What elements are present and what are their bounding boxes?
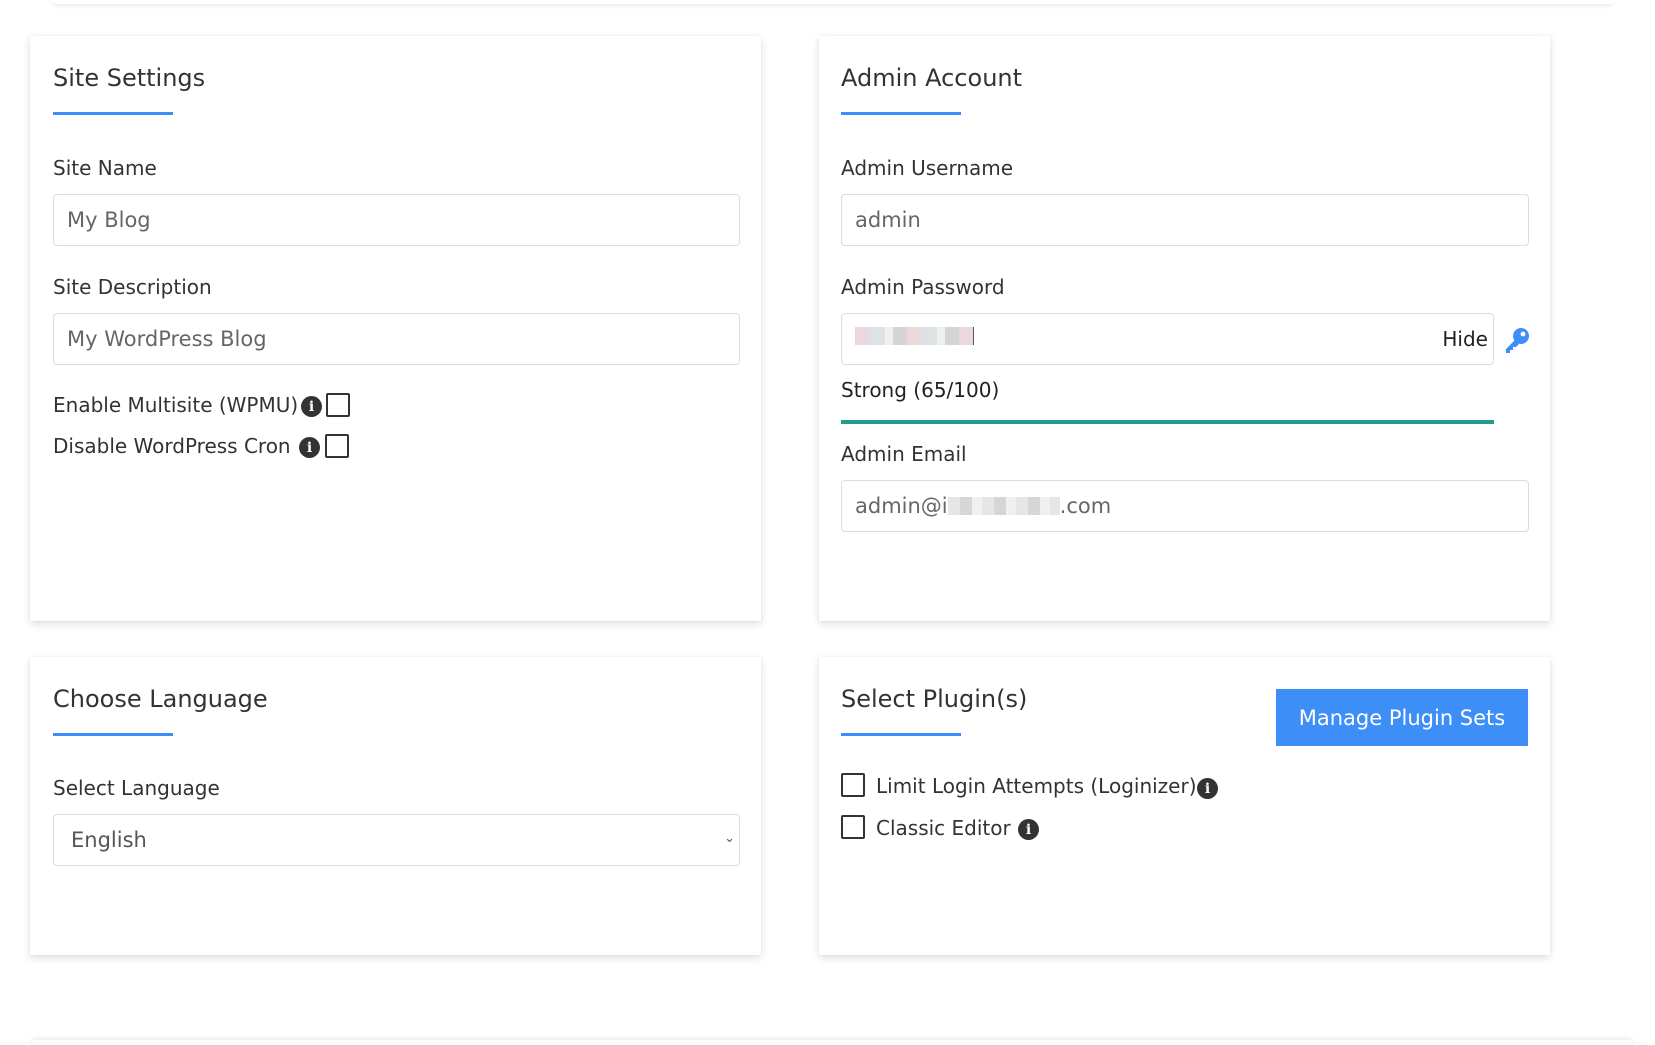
site-name-value: My Blog (67, 208, 151, 232)
chevron-down-icon: ⌄ (724, 831, 735, 846)
title-underline (841, 733, 961, 736)
site-settings-card: Site Settings Site Name My Blog Site Des… (30, 36, 761, 621)
site-description-label: Site Description (53, 275, 212, 299)
bottom-card-edge (32, 1040, 1632, 1045)
info-icon[interactable]: i (1197, 778, 1218, 799)
password-strength-bar (841, 420, 1494, 424)
admin-email-prefix: admin@i (855, 494, 948, 518)
info-icon[interactable]: i (1018, 819, 1039, 840)
enable-multisite-label: Enable Multisite (WPMU) (53, 393, 299, 417)
admin-username-label: Admin Username (841, 156, 1014, 180)
choose-language-card: Choose Language Select Language English … (30, 657, 761, 955)
select-language-label: Select Language (53, 776, 220, 800)
enable-multisite-checkbox[interactable] (326, 393, 350, 417)
admin-email-suffix: .com (1059, 494, 1112, 518)
plugin-label-classic-editor: Classic Editor (876, 816, 1011, 840)
disable-cron-label: Disable WordPress Cron (53, 434, 291, 458)
password-strength-text: Strong (65/100) (841, 378, 1000, 402)
language-select[interactable]: English ⌄ (53, 814, 740, 866)
site-description-input[interactable]: My WordPress Blog (53, 313, 740, 365)
email-redacted (947, 497, 1060, 515)
site-settings-title: Site Settings (53, 64, 206, 92)
manage-plugin-sets-button[interactable]: Manage Plugin Sets (1276, 689, 1528, 746)
select-plugins-card: Select Plugin(s) Manage Plugin Sets Limi… (819, 657, 1550, 955)
admin-account-card: Admin Account Admin Username admin Admin… (819, 36, 1550, 621)
key-icon[interactable] (1502, 325, 1532, 355)
plugin-checkbox-loginizer[interactable] (841, 773, 865, 797)
site-name-label: Site Name (53, 156, 157, 180)
choose-language-title: Choose Language (53, 685, 268, 713)
title-underline (53, 733, 173, 736)
title-underline (841, 112, 961, 115)
password-value-redacted (855, 327, 973, 345)
top-card-edge (53, 0, 1613, 4)
info-icon[interactable]: i (299, 437, 320, 458)
admin-password-label: Admin Password (841, 275, 1005, 299)
info-icon[interactable]: i (301, 396, 322, 417)
password-toggle[interactable]: Hide (1442, 327, 1488, 351)
plugin-checkbox-classic-editor[interactable] (841, 815, 865, 839)
admin-email-label: Admin Email (841, 442, 967, 466)
admin-account-title: Admin Account (841, 64, 1023, 92)
plugin-label-loginizer: Limit Login Attempts (Loginizer) (876, 774, 1197, 798)
admin-password-input[interactable]: Hide (841, 313, 1494, 365)
password-caret (973, 327, 974, 345)
title-underline (53, 112, 173, 115)
disable-cron-checkbox[interactable] (325, 434, 349, 458)
language-selected-value: English (71, 828, 147, 852)
select-plugins-title: Select Plugin(s) (841, 685, 1028, 713)
admin-username-value: admin (855, 208, 921, 232)
admin-username-input[interactable]: admin (841, 194, 1529, 246)
site-description-value: My WordPress Blog (67, 327, 267, 351)
site-name-input[interactable]: My Blog (53, 194, 740, 246)
admin-email-input[interactable]: admin@i .com (841, 480, 1529, 532)
